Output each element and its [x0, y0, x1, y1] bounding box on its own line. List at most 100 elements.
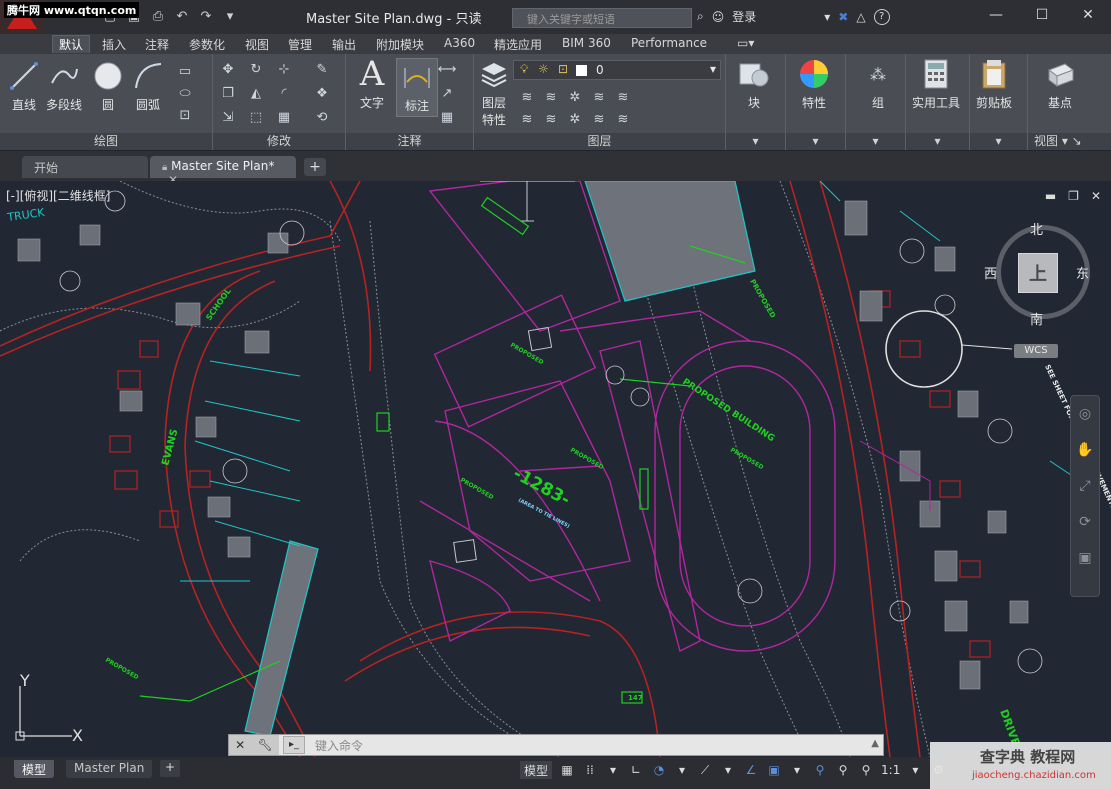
linear-dim-icon[interactable]: ⟷	[438, 60, 457, 78]
command-customize-icon[interactable]: 🔧︎	[258, 738, 273, 752]
tab-default[interactable]: 默认	[52, 35, 91, 53]
layer-isolate-icon[interactable]: ✲	[566, 88, 584, 106]
redo-icon[interactable]: ↷	[196, 6, 216, 26]
login-dropdown-icon[interactable]: ▾	[824, 10, 830, 24]
command-input[interactable]: 键入命令	[315, 737, 363, 754]
trim-icon[interactable]: ⊹	[275, 60, 293, 78]
annotation-group-label[interactable]: 注释	[346, 133, 473, 150]
viewcube[interactable]: 上 北 南 东 西	[984, 217, 1098, 328]
model-layout-tab[interactable]: 模型	[14, 760, 55, 778]
fillet-icon[interactable]: ◜	[275, 84, 293, 102]
block-tool[interactable]: 块	[738, 58, 770, 111]
copy-icon[interactable]: ❐	[219, 84, 237, 102]
tab-annotate[interactable]: 注释	[145, 36, 169, 53]
minimize-icon[interactable]: —	[973, 0, 1019, 30]
clipboard-dropdown-icon[interactable]: ▾	[970, 133, 1027, 150]
hatch-icon[interactable]: ⬭	[176, 84, 194, 102]
utilities-tool[interactable]: 实用工具	[912, 58, 960, 111]
scale-icon[interactable]: ⬚	[247, 108, 265, 126]
rectangle-icon[interactable]: ▭	[176, 62, 194, 80]
viewport-restore-icon[interactable]: ❐	[1068, 189, 1079, 203]
steering-wheel-icon[interactable]: ◎	[1071, 396, 1099, 432]
utilities-dropdown-icon[interactable]: ▾	[906, 133, 969, 150]
properties-tool[interactable]: 特性	[798, 58, 830, 111]
compass-east[interactable]: 东	[1076, 263, 1089, 282]
arc-tool[interactable]: 圆弧	[132, 60, 164, 113]
viewport-minimize-icon[interactable]: ▬	[1045, 189, 1056, 203]
layer-freeze-icon[interactable]: ≋	[590, 88, 608, 106]
explode-icon[interactable]: ❖	[313, 84, 331, 102]
qat-dropdown-icon[interactable]: ▾	[220, 6, 240, 26]
annotation-autoscale-icon[interactable]: ⚲	[835, 761, 851, 779]
object-snap-icon[interactable]: ▣	[766, 761, 782, 779]
layer-off-icon[interactable]: ≋	[542, 88, 560, 106]
boundary-icon[interactable]: ⊡	[176, 106, 194, 124]
lineweight-icon[interactable]: ∠	[743, 761, 759, 779]
layer-walk-icon[interactable]: ≋	[542, 110, 560, 128]
base-tool[interactable]: 基点	[1044, 58, 1076, 111]
compass-west[interactable]: 西	[984, 263, 997, 282]
tab-view[interactable]: 视图	[245, 36, 269, 53]
stretch-icon[interactable]: ⇲	[219, 108, 237, 126]
compass-south[interactable]: 南	[1030, 309, 1043, 328]
tab-bim360[interactable]: BIM 360	[562, 36, 611, 50]
maximize-icon[interactable]: ☐	[1019, 0, 1065, 30]
dimension-tool[interactable]: 标注	[396, 58, 438, 117]
tab-manage[interactable]: 管理	[288, 36, 312, 53]
help-icon[interactable]: ?	[873, 8, 890, 25]
mirror-icon[interactable]: ◭	[247, 84, 265, 102]
clipboard-tool[interactable]: 剪贴板	[976, 58, 1012, 111]
annotation-scale-value[interactable]: 1:1	[881, 761, 900, 779]
login-button[interactable]: 登录	[732, 8, 756, 25]
text-tool[interactable]: A 文字	[356, 54, 388, 111]
ribbon-options-icon[interactable]: ▭▾	[737, 36, 754, 50]
table-icon[interactable]: ▦	[438, 108, 456, 126]
viewport-close-icon[interactable]: ✕	[1091, 189, 1101, 203]
leader-icon[interactable]: ↗	[438, 84, 456, 102]
tab-performance[interactable]: Performance	[631, 36, 707, 50]
layer-match-icon[interactable]: ≋	[518, 88, 536, 106]
draw-group-label[interactable]: 绘图	[0, 133, 212, 150]
command-prompt-icon[interactable]: ▸_	[283, 736, 305, 754]
layer-dropdown[interactable]: 0 ▾ 💡︎ ☼ ⊡	[513, 60, 721, 80]
command-close-icon[interactable]: ✕	[235, 738, 245, 752]
layer-unisolate-icon[interactable]: ✲	[566, 110, 584, 128]
tab-current-drawing[interactable]: 🔒︎ Master Site Plan* ✕	[150, 156, 296, 187]
viewport-controls-label[interactable]: [-][俯视][二维线框]	[6, 187, 110, 204]
view-group-label[interactable]: 视图 ▾ ↘	[1028, 133, 1111, 150]
add-layout-button[interactable]: +	[160, 760, 180, 777]
master-plan-layout-tab[interactable]: Master Plan	[66, 760, 153, 778]
close-icon[interactable]: ✕	[1065, 0, 1111, 30]
print-icon[interactable]: ⎙	[148, 6, 168, 26]
layer-lock-icon[interactable]: ≋	[614, 88, 632, 106]
annotation-visibility-icon[interactable]: ⚲	[812, 761, 828, 779]
user-icon[interactable]: ☺	[712, 10, 725, 24]
erase-icon[interactable]: ✎	[313, 60, 331, 78]
compass-north[interactable]: 北	[1030, 219, 1043, 238]
polyline-tool[interactable]: 多段线	[46, 60, 82, 113]
model-space-button[interactable]: 模型	[520, 761, 553, 779]
binoculars-icon[interactable]: ⌕	[697, 9, 704, 24]
snap-dropdown-icon[interactable]: ▾	[605, 761, 621, 779]
a360-icon[interactable]: △	[856, 10, 865, 24]
block-dropdown-icon[interactable]: ▾	[726, 133, 785, 150]
command-history-icon[interactable]: ▲	[871, 738, 879, 749]
tab-addins[interactable]: 附加模块	[376, 36, 424, 53]
orbit-icon[interactable]: ⟳	[1071, 504, 1099, 540]
osnap-tracking-icon[interactable]: ⟋	[697, 761, 713, 779]
snap-icon[interactable]: ⁞⁞	[582, 761, 598, 779]
layer-previous-icon[interactable]: ≋	[518, 110, 536, 128]
drawing-canvas[interactable]: PROPOSED PROPOSED PROPOSED PROPOSED PROP…	[0, 181, 1111, 757]
tab-output[interactable]: 输出	[332, 36, 356, 53]
offset-icon[interactable]: ⟲	[313, 108, 331, 126]
layers-group-label[interactable]: 图层	[474, 133, 725, 150]
exchange-icon[interactable]: ✖	[838, 10, 848, 24]
osnap-dropdown-icon[interactable]: ▾	[720, 761, 736, 779]
annotation-scale-icon[interactable]: ⚲	[858, 761, 874, 779]
modify-group-label[interactable]: 修改	[213, 133, 345, 150]
ortho-icon[interactable]: ∟	[628, 761, 644, 779]
scale-dropdown-icon[interactable]: ▾	[907, 761, 923, 779]
line-tool[interactable]: 直线	[8, 60, 40, 113]
zoom-extents-icon[interactable]: ⤢	[1071, 468, 1099, 504]
array-icon[interactable]: ▦	[275, 108, 293, 126]
